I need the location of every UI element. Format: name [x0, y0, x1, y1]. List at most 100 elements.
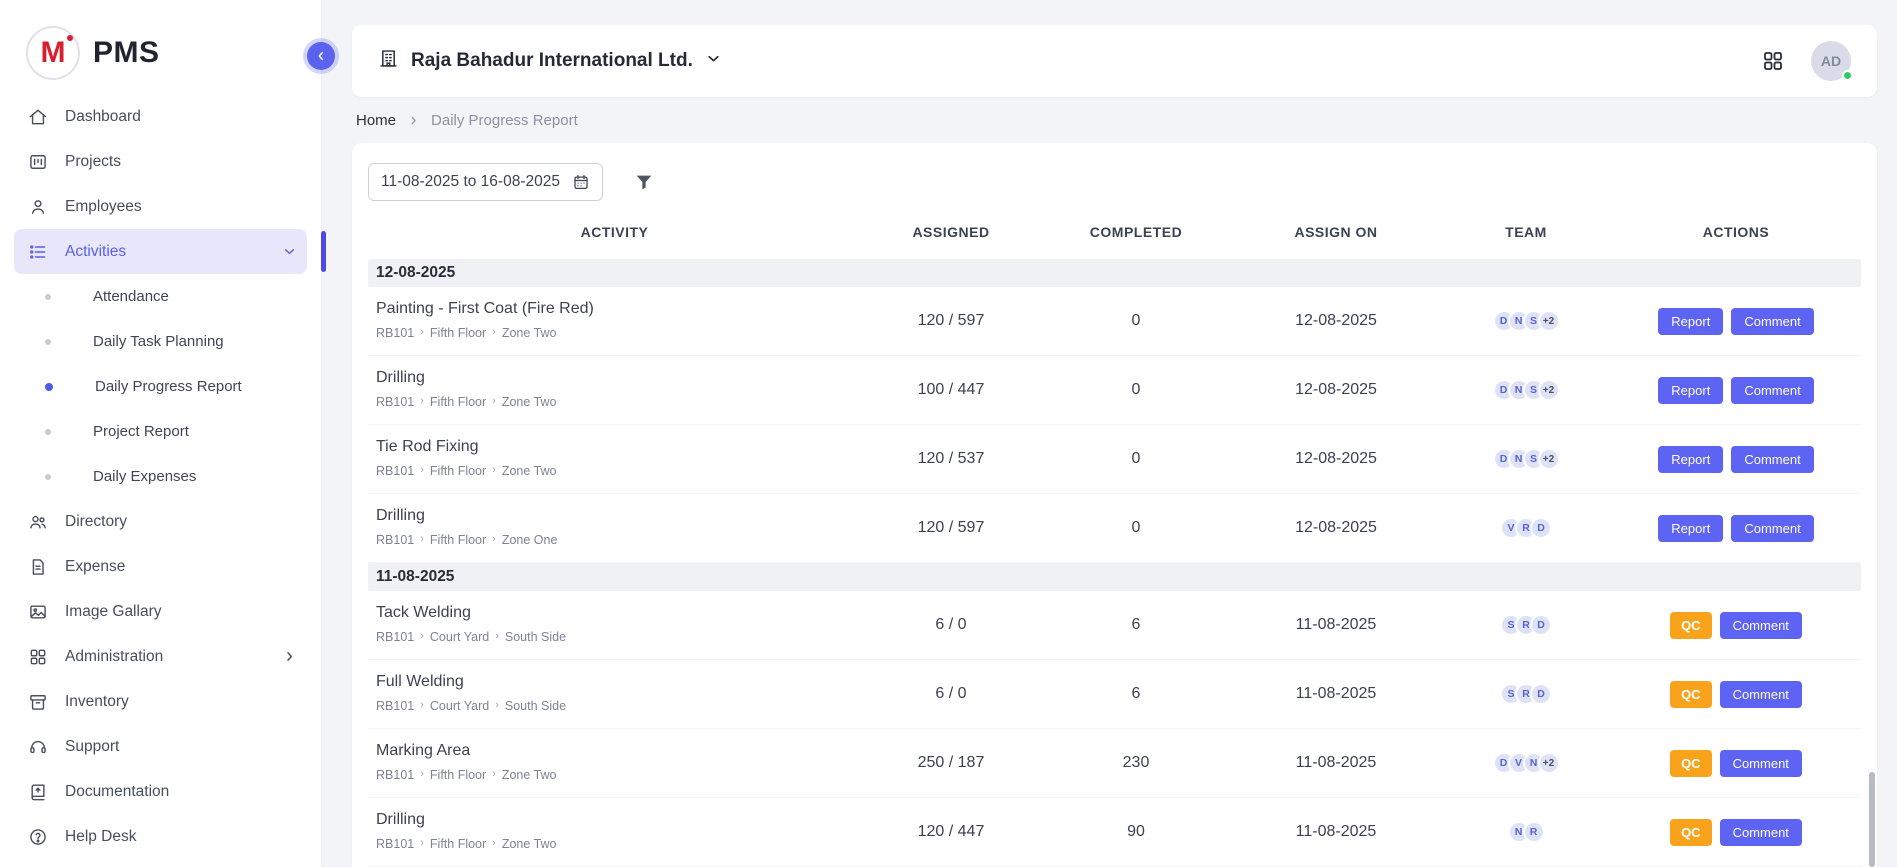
team-cell: DNS+2 — [1441, 379, 1611, 401]
sidebar-item-inventory[interactable]: Inventory — [14, 679, 307, 724]
path-segment: RB101 — [376, 395, 414, 409]
sidebar-item-attendance[interactable]: Attendance — [0, 274, 321, 319]
assign-on-cell: 11-08-2025 — [1231, 616, 1441, 634]
qc-button[interactable]: QC — [1670, 612, 1712, 639]
sidebar-item-daily-progress-report[interactable]: Daily Progress Report — [0, 364, 321, 409]
date-range-input[interactable]: 11-08-2025 to 16-08-2025 — [368, 163, 603, 201]
online-status-dot — [1842, 70, 1853, 81]
content-card: 11-08-2025 to 16-08-2025 ACTIVITYASSIGNE… — [352, 143, 1877, 867]
company-name: Raja Bahadur International Ltd. — [411, 50, 693, 72]
activity-path: RB101›Fifth Floor›Zone Two — [376, 768, 853, 782]
chevron-right-icon: › — [492, 769, 496, 780]
sidebar-item-activities[interactable]: Activities — [14, 229, 307, 274]
directory-icon — [28, 512, 48, 532]
sidebar-collapse-button[interactable] — [307, 42, 335, 70]
bullet-dot — [45, 429, 51, 435]
team-avatar[interactable]: D — [1530, 517, 1552, 539]
breadcrumb-home[interactable]: Home — [356, 112, 396, 129]
sidebar-item-projects[interactable]: Projects — [14, 139, 307, 184]
path-segment: RB101 — [376, 533, 414, 547]
assigned-cell: 120 / 537 — [861, 450, 1041, 468]
logo[interactable]: M PMS — [0, 0, 321, 94]
comment-button[interactable]: Comment — [1731, 308, 1813, 335]
sidebar-item-label: Documentation — [65, 783, 169, 801]
scrollbar[interactable] — [1869, 772, 1875, 867]
path-segment: RB101 — [376, 837, 414, 851]
administration-icon — [28, 647, 48, 667]
sidebar-item-daily-expenses[interactable]: Daily Expenses — [0, 454, 321, 499]
completed-cell: 6 — [1041, 616, 1231, 634]
date-range-value: 11-08-2025 to 16-08-2025 — [381, 173, 560, 191]
team-more-badge[interactable]: +2 — [1538, 752, 1560, 774]
sidebar-item-administration[interactable]: Administration — [14, 634, 307, 679]
sidebar-item-project-report[interactable]: Project Report — [0, 409, 321, 454]
team-avatar-group: VRD — [1500, 517, 1552, 539]
team-cell: NR — [1441, 821, 1611, 843]
filter-icon[interactable] — [633, 171, 655, 193]
comment-button[interactable]: Comment — [1731, 446, 1813, 473]
chevron-right-icon: › — [492, 327, 496, 338]
sidebar-item-help-desk[interactable]: Help Desk — [14, 814, 307, 859]
logo-dot — [67, 35, 73, 41]
apps-grid-icon[interactable] — [1761, 49, 1785, 73]
sidebar-item-image-gallary[interactable]: Image Gallary — [14, 589, 307, 634]
sidebar-item-label: Image Gallary — [65, 603, 161, 621]
team-more-badge[interactable]: +2 — [1538, 379, 1560, 401]
comment-button[interactable]: Comment — [1720, 681, 1802, 708]
chevron-right-icon: › — [420, 769, 424, 780]
report-button[interactable]: Report — [1658, 515, 1723, 542]
team-more-badge[interactable]: +2 — [1538, 310, 1560, 332]
completed-cell: 6 — [1041, 685, 1231, 703]
team-avatar[interactable]: D — [1530, 614, 1552, 636]
sidebar-item-expense[interactable]: Expense — [14, 544, 307, 589]
breadcrumb: Home Daily Progress Report — [356, 112, 1875, 129]
comment-button[interactable]: Comment — [1720, 819, 1802, 846]
user-avatar[interactable]: AD — [1811, 41, 1851, 81]
chevron-right-icon: › — [420, 838, 424, 849]
report-button[interactable]: Report — [1658, 308, 1723, 335]
chevron-right-icon: › — [420, 631, 424, 642]
activity-name: Painting - First Coat (Fire Red) — [376, 300, 853, 318]
comment-button[interactable]: Comment — [1720, 612, 1802, 639]
chevron-down-icon — [705, 50, 722, 72]
activity-path: RB101›Fifth Floor›Zone One — [376, 533, 853, 547]
team-avatar[interactable]: D — [1530, 683, 1552, 705]
path-segment: RB101 — [376, 464, 414, 478]
team-avatar-group: DNS+2 — [1493, 310, 1560, 332]
comment-button[interactable]: Comment — [1731, 377, 1813, 404]
actions-cell: QC Comment — [1611, 750, 1861, 777]
sidebar-item-directory[interactable]: Directory — [14, 499, 307, 544]
sidebar-item-label: Activities — [65, 243, 126, 261]
team-cell: DNS+2 — [1441, 448, 1611, 470]
comment-button[interactable]: Comment — [1731, 515, 1813, 542]
sidebar-item-daily-task-planning[interactable]: Daily Task Planning — [0, 319, 321, 364]
sidebar-item-support[interactable]: Support — [14, 724, 307, 769]
team-more-badge[interactable]: +2 — [1538, 448, 1560, 470]
table-row: DrillingRB101›Fifth Floor›Zone Two100 / … — [368, 356, 1861, 425]
report-button[interactable]: Report — [1658, 377, 1723, 404]
sidebar-subitem-label: Attendance — [93, 288, 169, 305]
qc-button[interactable]: QC — [1670, 750, 1712, 777]
bullet-dot — [45, 339, 51, 345]
qc-button[interactable]: QC — [1670, 819, 1712, 846]
sidebar-item-employees[interactable]: Employees — [14, 184, 307, 229]
activity-cell: Marking Area RB101›Fifth Floor›Zone Two — [368, 734, 861, 792]
activity-name: Marking Area — [376, 742, 853, 760]
actions-cell: Report Comment — [1611, 446, 1861, 473]
sidebar-item-dashboard[interactable]: Dashboard — [14, 94, 307, 139]
date-group-header: 12-08-2025 — [368, 259, 1861, 287]
team-avatar[interactable]: R — [1523, 821, 1545, 843]
company-selector[interactable]: Raja Bahadur International Ltd. — [378, 48, 722, 74]
sidebar-item-label: Directory — [65, 513, 127, 531]
comment-button[interactable]: Comment — [1720, 750, 1802, 777]
activities-icon — [28, 242, 48, 262]
sidebar-item-label: Projects — [65, 153, 121, 171]
activity-cell: Full WeldingRB101›Court Yard›South Side — [368, 665, 861, 723]
chevron-right-icon: › — [492, 465, 496, 476]
qc-button[interactable]: QC — [1670, 681, 1712, 708]
support-icon — [28, 737, 48, 757]
sidebar-item-documentation[interactable]: Documentation — [14, 769, 307, 814]
report-button[interactable]: Report — [1658, 446, 1723, 473]
assigned-cell: 250 / 187 — [861, 754, 1041, 772]
path-segment: Zone Two — [502, 395, 557, 409]
